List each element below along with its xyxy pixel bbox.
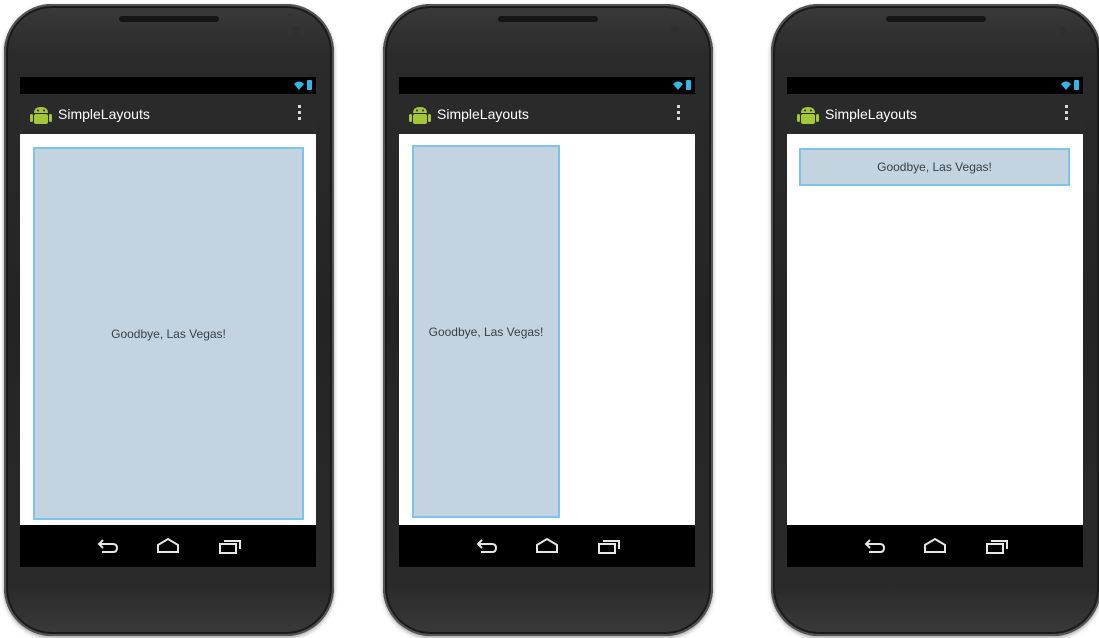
home-icon[interactable] <box>154 536 182 556</box>
navigation-bar <box>787 525 1083 567</box>
app-title: SimpleLayouts <box>825 106 917 122</box>
action-bar: SimpleLayouts <box>787 94 1083 134</box>
wifi-icon <box>1061 81 1071 90</box>
front-sensor <box>292 26 300 34</box>
android-icon[interactable] <box>797 103 819 127</box>
wifi-icon <box>673 81 683 90</box>
text-view: Goodbye, Las Vegas! <box>412 145 560 518</box>
home-icon[interactable] <box>533 536 561 556</box>
action-bar: SimpleLayouts <box>20 94 316 134</box>
status-bar <box>787 77 1083 94</box>
app-title: SimpleLayouts <box>437 106 529 122</box>
app-title: SimpleLayouts <box>58 106 150 122</box>
recent-apps-icon[interactable] <box>595 536 623 556</box>
overflow-menu-icon[interactable] <box>1065 105 1069 123</box>
overflow-menu-icon[interactable] <box>677 105 681 123</box>
speaker-grille <box>498 16 598 22</box>
back-icon[interactable] <box>94 536 122 556</box>
content-area: Goodbye, Las Vegas! <box>399 134 695 525</box>
back-icon[interactable] <box>861 536 889 556</box>
home-icon[interactable] <box>921 536 949 556</box>
action-bar: SimpleLayouts <box>399 94 695 134</box>
phone-2: SimpleLayouts Goodbye, Las Vegas! <box>383 4 713 636</box>
front-sensor <box>1059 26 1067 34</box>
status-bar <box>399 77 695 94</box>
text-view: Goodbye, Las Vegas! <box>799 148 1070 186</box>
battery-icon <box>307 80 312 90</box>
recent-apps-icon[interactable] <box>983 536 1011 556</box>
back-icon[interactable] <box>473 536 501 556</box>
navigation-bar <box>20 525 316 567</box>
front-sensor <box>671 26 679 34</box>
recent-apps-icon[interactable] <box>216 536 244 556</box>
android-icon[interactable] <box>409 103 431 127</box>
phone-3: SimpleLayouts Goodbye, Las Vegas! <box>771 4 1099 636</box>
content-area: Goodbye, Las Vegas! <box>787 134 1083 525</box>
status-bar <box>20 77 316 94</box>
phone-screen: SimpleLayouts Goodbye, Las Vegas! <box>787 77 1083 567</box>
overflow-menu-icon[interactable] <box>298 105 302 123</box>
phone-screen: SimpleLayouts Goodbye, Las Vegas! <box>399 77 695 567</box>
navigation-bar <box>399 525 695 567</box>
speaker-grille <box>119 16 219 22</box>
phone-1: SimpleLayouts Goodbye, Las Vegas! <box>4 4 334 636</box>
content-area: Goodbye, Las Vegas! <box>20 134 316 525</box>
android-icon[interactable] <box>30 103 52 127</box>
battery-icon <box>1074 80 1079 90</box>
text-view: Goodbye, Las Vegas! <box>33 147 304 520</box>
phone-screen: SimpleLayouts Goodbye, Las Vegas! <box>20 77 316 567</box>
speaker-grille <box>886 16 986 22</box>
wifi-icon <box>294 81 304 90</box>
battery-icon <box>686 80 691 90</box>
